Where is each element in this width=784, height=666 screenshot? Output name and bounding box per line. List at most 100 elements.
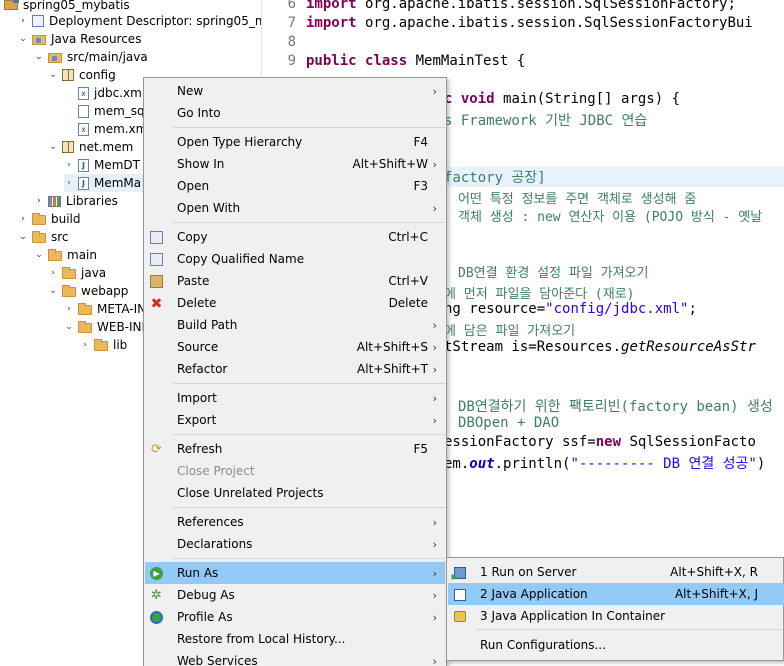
menu-item-java-application[interactable]: 2 Java Application Alt+Shift+X, J <box>448 583 784 605</box>
collapsed-chevron-icon[interactable]: › <box>18 214 28 224</box>
line-number: 7 <box>287 15 296 31</box>
tree-package-config[interactable]: ⌄ config <box>48 66 116 84</box>
tree-folder-webapp[interactable]: ⌄ webapp <box>48 282 128 300</box>
tree-libraries[interactable]: › Libraries <box>34 192 118 210</box>
menu-item-open-type-hierarchy[interactable]: Open Type Hierarchy F4 <box>145 131 445 153</box>
menu-item-declarations[interactable]: Declarations › <box>145 533 445 555</box>
menu-item-run-configurations[interactable]: Run Configurations... <box>448 634 784 656</box>
menu-item-show-in[interactable]: Show In Alt+Shift+W › <box>145 153 445 175</box>
tree-label: MemMa <box>94 176 142 190</box>
tree-src-main-java[interactable]: ⌄ src/main/java <box>34 48 148 66</box>
menu-item-debug-as[interactable]: ✲ Debug As › <box>145 584 445 606</box>
submenu-arrow-icon: › <box>432 413 437 427</box>
tree-label: jdbc.xm <box>94 86 142 100</box>
menu-item-import[interactable]: Import › <box>145 387 445 409</box>
tree-file-mem-sql[interactable]: mem_sq <box>78 102 145 120</box>
expanded-chevron-icon[interactable]: ⌄ <box>18 232 28 242</box>
expanded-chevron-icon[interactable]: ⌄ <box>34 52 44 62</box>
submenu-arrow-icon: › <box>432 654 437 666</box>
collapsed-chevron-icon[interactable]: › <box>64 160 74 170</box>
menu-item-close-project[interactable]: Close Project <box>145 460 445 482</box>
collapsed-chevron-icon[interactable]: › <box>34 196 44 206</box>
collapsed-chevron-icon[interactable]: › <box>80 340 90 350</box>
tree-label: MemDT <box>94 158 140 172</box>
code-comment: DB연결하기 위한 팩토리빈(factory bean) 생성 <box>458 399 773 415</box>
tree-label: Deployment Descriptor: spring05_myba <box>49 14 261 28</box>
run-as-submenu: ▶ 1 Run on Server Alt+Shift+X, R 2 Java Ap… <box>446 557 784 661</box>
tree-deployment-descriptor[interactable]: › Deployment Descriptor: spring05_myba <box>18 12 261 30</box>
tree-file-mem-xml[interactable]: x mem.xm <box>78 120 147 138</box>
menu-separator <box>173 558 445 559</box>
xml-file-icon <box>78 104 89 118</box>
expanded-chevron-icon[interactable]: ⌄ <box>48 286 58 296</box>
menu-separator <box>476 629 782 630</box>
tree-label: src/main/java <box>67 50 148 64</box>
paste-icon <box>149 274 164 289</box>
menu-item-go-into[interactable]: Go Into <box>145 102 445 124</box>
collapsed-chevron-icon[interactable]: › <box>18 16 28 26</box>
tree-file-memmaintest[interactable]: › J MemMa <box>64 174 144 192</box>
collapsed-chevron-icon[interactable]: › <box>64 304 74 314</box>
tree-package-net-mem[interactable]: ⌄ net.mem <box>48 138 133 156</box>
copy-icon <box>149 230 164 245</box>
run-icon: ▶ <box>149 566 164 581</box>
menu-item-copy-qualified-name[interactable]: Copy Qualified Name <box>145 248 445 270</box>
expanded-chevron-icon[interactable]: ⌄ <box>48 70 58 80</box>
menu-item-close-unrelated-projects[interactable]: Close Unrelated Projects <box>145 482 445 504</box>
menu-item-paste[interactable]: Paste Ctrl+V <box>145 270 445 292</box>
menu-separator <box>173 383 445 384</box>
menu-item-copy[interactable]: Copy Ctrl+C <box>145 226 445 248</box>
submenu-arrow-icon: › <box>432 340 437 354</box>
tree-folder-main[interactable]: ⌄ main <box>34 246 97 264</box>
line-number: 8 <box>287 34 296 50</box>
context-menu: New › Go Into Open Type Hierarchy F4 Show … <box>143 77 447 666</box>
menu-item-export[interactable]: Export › <box>145 409 445 431</box>
tree-label: main <box>67 248 97 262</box>
code-comment: 객체 생성 : new 연산자 이용 (POJO 방식 - 옛날 <box>458 210 763 225</box>
submenu-arrow-icon: › <box>432 318 437 332</box>
tree-file-memdto[interactable]: › J MemDT <box>64 156 140 174</box>
tree-folder-src[interactable]: ⌄ src <box>18 228 68 246</box>
folder-icon <box>78 302 92 315</box>
tree-java-resources[interactable]: ⌄ Java Resources <box>18 30 141 48</box>
tree-folder-web-inf[interactable]: ⌄ WEB-INF <box>64 318 148 336</box>
collapsed-chevron-icon[interactable]: › <box>64 178 74 188</box>
menu-item-open[interactable]: Open F3 <box>145 175 445 197</box>
expanded-chevron-icon[interactable]: ⌄ <box>34 250 44 260</box>
tree-label: mem.xm <box>94 122 148 136</box>
submenu-arrow-icon: › <box>432 391 437 405</box>
tree-folder-lib[interactable]: › lib <box>80 336 127 354</box>
tree-folder-meta-inf[interactable]: › META-IN <box>64 300 146 318</box>
menu-item-references[interactable]: References › <box>145 511 445 533</box>
submenu-arrow-icon: › <box>432 566 437 580</box>
folder-icon <box>32 212 46 225</box>
collapsed-chevron-icon[interactable]: › <box>48 268 58 278</box>
package-icon <box>62 141 74 153</box>
menu-item-source[interactable]: Source Alt+Shift+S › <box>145 336 445 358</box>
tree-folder-java[interactable]: › java <box>48 264 106 282</box>
menu-item-delete[interactable]: ✖ Delete Delete <box>145 292 445 314</box>
expanded-chevron-icon[interactable]: ⌄ <box>48 142 58 152</box>
menu-item-web-services[interactable]: Web Services › <box>145 650 445 666</box>
libraries-icon <box>48 195 61 207</box>
menu-item-refactor[interactable]: Refactor Alt+Shift+T › <box>145 358 445 380</box>
tree-folder-build[interactable]: › build <box>18 210 80 228</box>
code-comment: 어떤 특정 정보를 주면 객체로 생성해 줌 <box>458 192 697 207</box>
tree-label: Libraries <box>66 194 118 208</box>
menu-item-refresh[interactable]: ⟳ Refresh F5 <box>145 438 445 460</box>
menu-item-profile-as[interactable]: Profile As › <box>145 606 445 628</box>
menu-item-new[interactable]: New › <box>145 80 445 102</box>
menu-item-restore-local-history[interactable]: Restore from Local History... <box>145 628 445 650</box>
menu-item-open-with[interactable]: Open With › <box>145 197 445 219</box>
submenu-arrow-icon: › <box>432 84 437 98</box>
expanded-chevron-icon[interactable]: ⌄ <box>18 34 28 44</box>
menu-item-build-path[interactable]: Build Path › <box>145 314 445 336</box>
menu-item-run-on-server[interactable]: ▶ 1 Run on Server Alt+Shift+X, R <box>448 561 784 583</box>
menu-item-run-as[interactable]: ▶ Run As › <box>145 562 445 584</box>
expanded-chevron-icon[interactable]: ⌄ <box>64 322 74 332</box>
code-comment: DB연결 환경 설정 파일 가져오기 <box>458 266 649 281</box>
tree-label: WEB-INF <box>97 320 149 334</box>
submenu-arrow-icon: › <box>432 157 437 171</box>
menu-item-java-application-in-container[interactable]: 3 Java Application In Container <box>448 605 784 627</box>
tree-file-jdbc-xml[interactable]: x jdbc.xm <box>78 84 142 102</box>
